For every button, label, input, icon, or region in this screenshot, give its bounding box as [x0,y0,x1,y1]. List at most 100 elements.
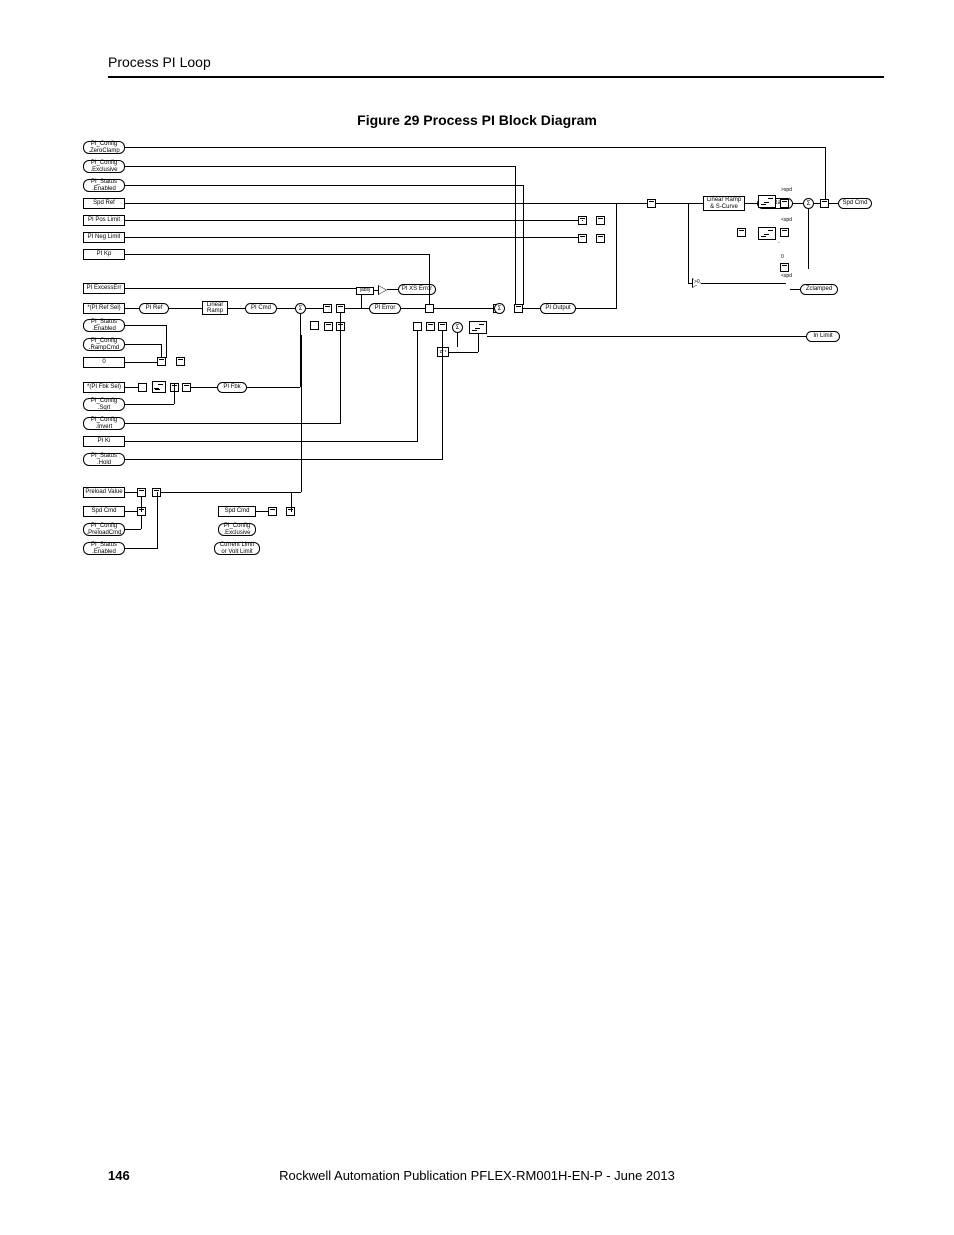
header-rule [108,76,884,78]
w-enabled3-up [157,492,158,549]
process-pi-block-diagram: PI_Config .ZeroClamp PI_Config .Exclusiv… [78,135,878,585]
switch-sqrt [324,322,333,331]
section-title: Process PI Loop [108,54,211,70]
switch-spdcmd-r1 [268,507,277,516]
zclamped: Zclamped [800,284,838,295]
ltspd-label-2: <spd [781,273,792,279]
w-exclusive [125,166,515,167]
w-z1-up [457,333,458,347]
w-hold [125,459,442,460]
w-fbk-chain [191,387,217,388]
sum-spd: Σ [803,198,814,209]
pi-config-rampcmd: PI_Config .RampCmd [83,338,125,351]
w-zclamp-down [825,147,826,200]
footer-publication: Rockwell Automation Publication PFLEX-RM… [0,1168,954,1183]
switch-invert-2 [336,304,345,313]
w-poslim [125,220,578,221]
w-to-spdsum [793,203,803,204]
w-spdref [125,203,647,204]
w-error-to-kp [401,308,425,309]
w-zero [125,362,157,363]
w-exclusive-down [515,166,516,304]
pi-config-sqrt: PI_Config .Sqrt [83,398,125,411]
w-err-to-abs [361,295,362,309]
w-preloadcmd [125,529,141,530]
pi-neg-limit: PI Neg Limit [83,232,125,243]
switch-zclamp [820,199,829,208]
w-to-spdcmd [829,203,838,204]
w-spdref-to-ramp [656,203,703,204]
pi-status-enabled-2: PI_Status .Enabled [83,319,125,332]
spd-ref: Spd Ref [83,198,125,209]
pi-ref: PI Ref [139,303,169,314]
w-kp-to-sum2 [434,308,494,309]
lim-mid [758,227,776,240]
switch-spdref-r [647,199,656,208]
ki-mult [413,322,422,331]
pi-config-invert: PI_Config .Invert [83,417,125,430]
w-neglim [125,237,578,238]
comparator-tri [378,285,387,295]
switch-clamp-mid-r [780,228,789,237]
kp-mult [425,304,434,313]
switch-clamp-mid [737,228,746,237]
linear-ramp-scurve: Linear Ramp & S-Curve [703,196,745,211]
switch-rampcmd-2 [176,357,185,366]
w-abs-tri [374,290,378,291]
page-header: Process PI Loop [108,54,846,70]
w-preload-join [141,497,142,512]
neg-label: - [778,240,780,246]
switch-enabled-out [514,304,523,313]
w-ramp-to-spdramp [745,203,757,204]
w-preload-to-int [161,492,301,493]
w-ki-up [417,331,418,442]
switch-poslim-2 [596,216,605,225]
sum-error: Σ [295,303,306,314]
current-volt-limit: Current Limit or Volt Limit [214,542,260,555]
switch-clamp-bot-r [780,263,789,272]
w-spdcmd2-h2 [291,492,301,493]
switch-neglim-2 [596,234,605,243]
w-zeroclamp [125,147,825,148]
sqrt-box [310,321,319,330]
w-ref-to-ramp [169,308,202,309]
pi-output: PI Output [540,303,576,314]
w-refsel [125,308,139,309]
w-invert-up [340,313,341,424]
pi-kp: PI Kp [83,249,125,260]
w-ki [125,441,417,442]
pi-status-enabled-1: PI_Status .Enabled [83,179,125,192]
pi-config-zeroclamp: PI_Config .ZeroClamp [83,141,125,154]
switch-fbk-2 [182,383,191,392]
w-enabled-down [523,185,524,305]
w-spd-to-gt0-v [688,203,689,283]
switch-invert [323,304,332,313]
w-rampcmd [125,344,161,345]
pi-pos-limit: PI Pos Limit [83,215,125,226]
w-invert [125,423,340,424]
pi-excess-err: PI ExcessErr [83,283,125,294]
pi-status-hold: PI_Status .Hold [83,453,125,466]
in-limit: In Limit [806,331,840,342]
w-to-inlimit [487,336,806,337]
w-tri-xs [387,289,398,290]
w-to-output [523,308,540,309]
switch-hold-2 [438,322,447,331]
w-preload-to-integrator [301,335,302,492]
zero-label: 0 [781,254,784,260]
w-spdsum-sw [814,203,820,204]
w-hold-up [442,331,443,460]
w-fbksel [125,387,138,388]
gt0-label: >0 [694,279,700,285]
pi-config-exclusive-2: PI_Config .Exclusive [218,523,256,536]
w-spdcmd2-v [291,492,292,512]
spd-cmd-left: Spd Cmd [83,506,125,517]
w-sqrt [125,404,174,405]
fbk-sqrt-sym [152,381,166,393]
pi-ki: PI Ki [83,436,125,447]
w-preload [125,492,137,493]
switch-clamp-top-r [780,199,789,208]
w-poslim-node [582,220,583,221]
pi-cmd: PI Cmd [245,303,277,314]
spd-cmd-out: Spd Cmd [838,198,872,209]
